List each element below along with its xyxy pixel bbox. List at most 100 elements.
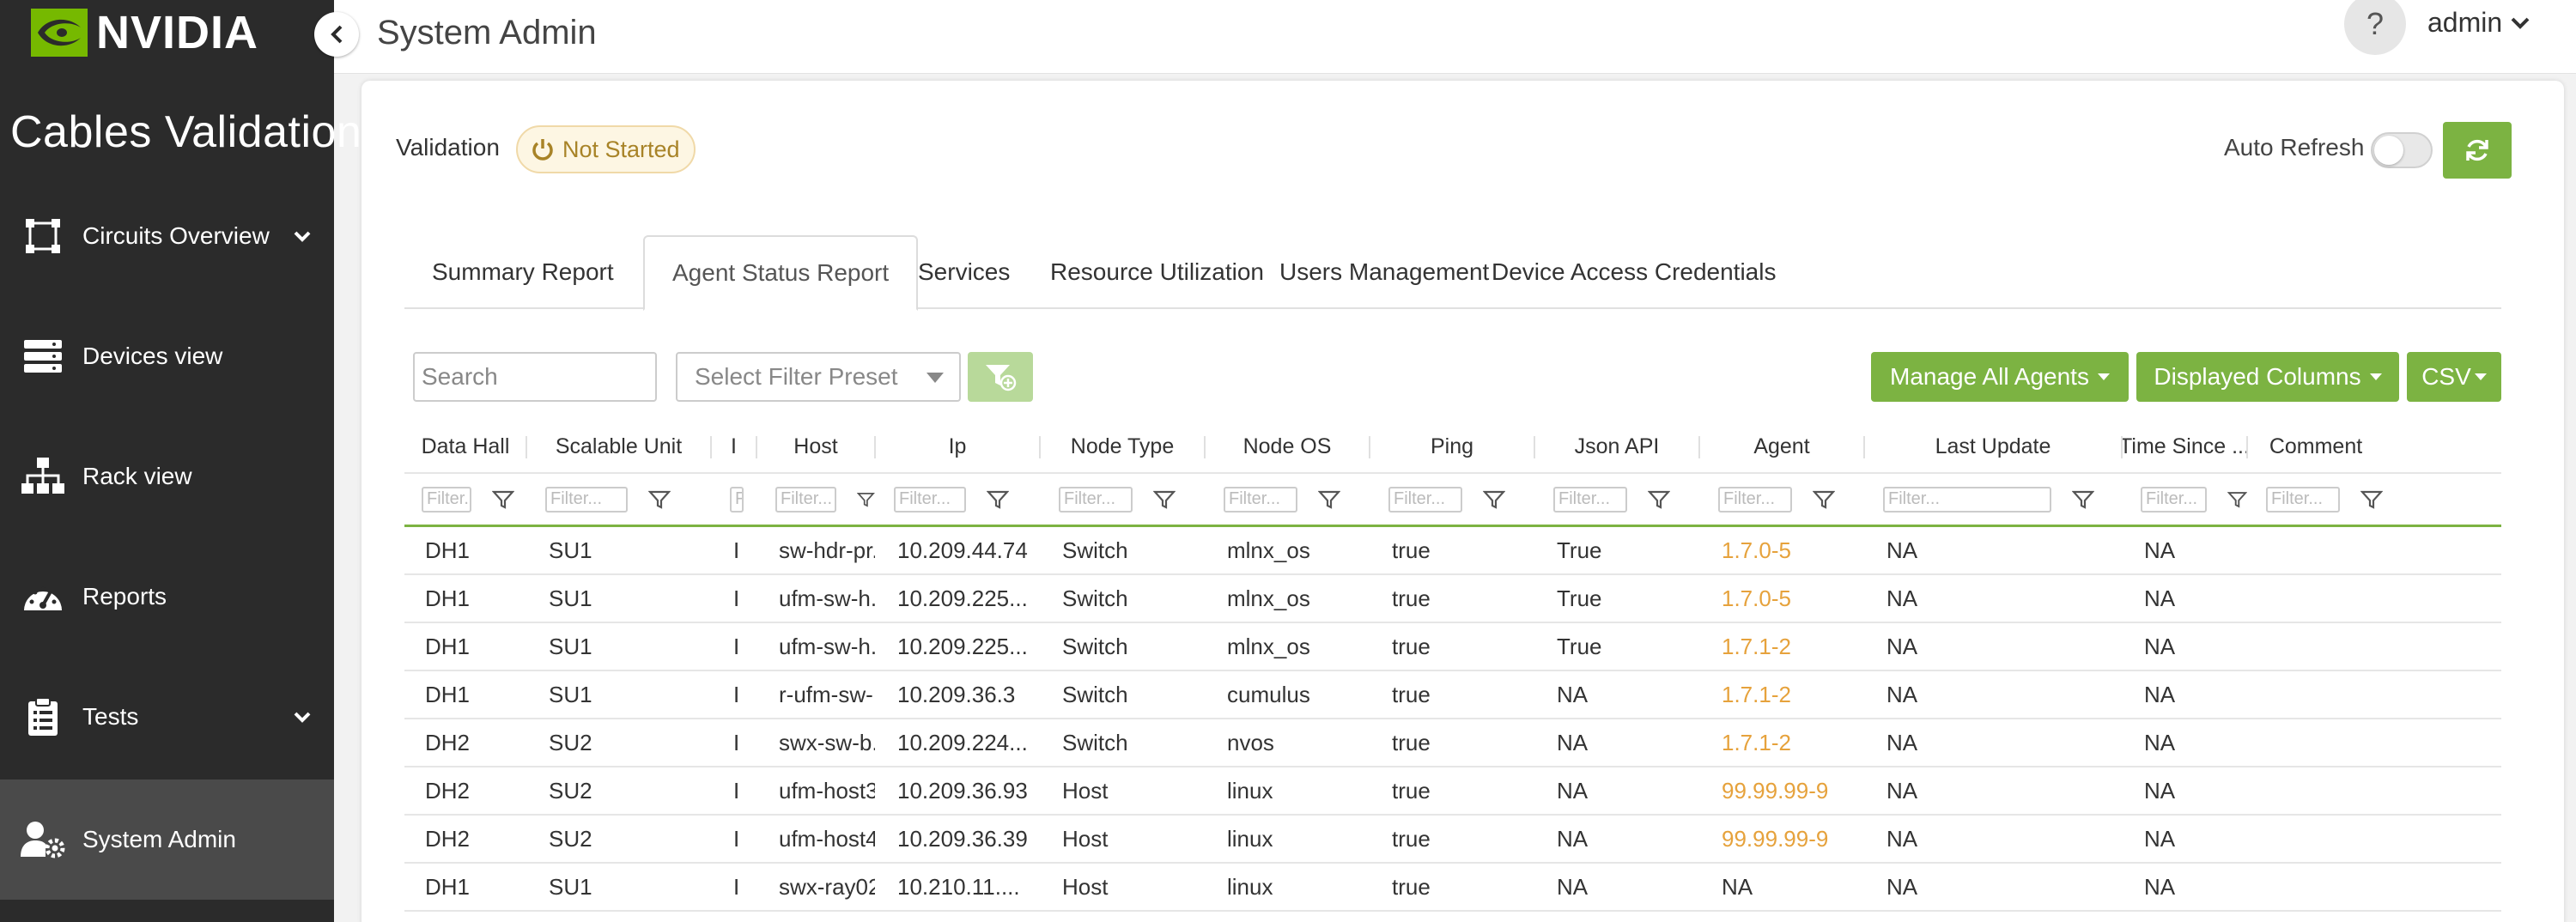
cell-data-hall: DH1 [425, 873, 471, 900]
cell-node-os: mlnx_os [1227, 537, 1310, 563]
sidebar-item-tests[interactable]: Tests [0, 657, 334, 777]
column-separator[interactable] [1863, 436, 1865, 458]
refresh-button[interactable] [2443, 122, 2512, 179]
column-separator[interactable] [874, 436, 876, 458]
help-button[interactable]: ? [2344, 0, 2406, 55]
filter-cell: Filter... [875, 474, 1040, 525]
column-filter-input[interactable]: Filter... [1718, 486, 1792, 513]
column-header-ip[interactable]: Ip [875, 421, 1040, 472]
app-title: Cables Validation [10, 107, 362, 157]
filter-cell: Filter... [756, 474, 875, 525]
column-header-i[interactable]: I [711, 421, 756, 472]
chevron-down-icon [292, 707, 313, 727]
filter-funnel-icon[interactable] [857, 489, 875, 510]
column-header-node-os[interactable]: Node OS [1205, 421, 1370, 472]
filter-funnel-icon[interactable] [648, 489, 671, 510]
cell-scalable-unit: SU1 [549, 681, 592, 707]
column-header-comment[interactable]: Comment [2247, 421, 2385, 472]
column-filter-input[interactable]: Filter... [730, 486, 744, 513]
table-row[interactable]: DH2 SU2 Iswx-sw-b... 10.209.224... Switch nvo… [404, 719, 2501, 767]
caret-down-icon [2097, 373, 2110, 380]
table-row[interactable]: DH1 SU1 Iufm-sw-h... 10.209.225... Switch mln… [404, 575, 2501, 623]
column-filter-input[interactable]: Filter... [1388, 486, 1462, 513]
column-header-data-hall[interactable]: Data Hall [404, 421, 526, 472]
manage-all-agents-button[interactable]: Manage All Agents [1871, 352, 2129, 402]
cell-comment [2247, 719, 2385, 766]
filter-preset-select[interactable]: Select Filter Preset [676, 352, 961, 402]
column-separator[interactable] [2246, 436, 2248, 458]
username: admin [2427, 7, 2503, 38]
column-separator[interactable] [1698, 436, 1700, 458]
column-filter-input[interactable]: Filter... [422, 486, 471, 513]
column-separator[interactable] [756, 436, 757, 458]
cell-time-since: NA [2144, 681, 2176, 707]
filter-funnel-icon[interactable] [1153, 489, 1176, 510]
column-filter-input[interactable]: Filter... [1059, 486, 1133, 513]
filter-funnel-icon[interactable] [1483, 489, 1505, 510]
sidebar-item-reports[interactable]: Reports [0, 537, 334, 657]
column-filter-input[interactable]: Filter... [1224, 486, 1297, 513]
column-filter-input[interactable]: Filter... [1883, 486, 2051, 513]
filter-funnel-icon[interactable] [1318, 489, 1340, 510]
column-filter-input[interactable]: Filter... [545, 486, 628, 513]
filter-funnel-icon[interactable] [2227, 489, 2247, 510]
filter-funnel-icon[interactable] [2072, 489, 2094, 510]
cell-ping: true [1392, 729, 1431, 755]
tab-device-access-credentials[interactable]: Device Access Credentials [1464, 235, 1803, 309]
cell-data-hall: DH2 [425, 729, 471, 755]
filter-funnel-icon[interactable] [1813, 489, 1835, 510]
column-separator[interactable] [526, 436, 527, 458]
cell-i: I [733, 873, 740, 900]
sidebar-item-rack-view[interactable]: Rack view [0, 416, 334, 537]
table-row[interactable]: DH2 SU2 Iufm-host4... 10.209.36.39 Host linux… [404, 816, 2501, 864]
column-header-last-update[interactable]: Last Update [1864, 421, 2122, 472]
validation-status-text: Not Started [562, 136, 680, 162]
cell-ip: 10.209.225... [897, 585, 1028, 611]
column-header-node-type[interactable]: Node Type [1040, 421, 1205, 472]
sidebar-item-devices-view[interactable]: Devices view [0, 296, 334, 416]
filter-funnel-icon[interactable] [987, 489, 1009, 510]
column-filter-input[interactable]: Filter... [2141, 486, 2207, 513]
search-input[interactable] [413, 352, 657, 402]
column-separator[interactable] [710, 436, 712, 458]
column-header-ping[interactable]: Ping [1370, 421, 1534, 472]
column-filter-input[interactable]: Filter... [775, 486, 837, 513]
tab-agent-status-report[interactable]: Agent Status Report [643, 235, 919, 311]
column-filter-input[interactable]: Filter... [894, 486, 966, 513]
column-header-time-since[interactable]: Time Since ... [2122, 421, 2247, 472]
column-header-agent[interactable]: Agent [1699, 421, 1864, 472]
filter-funnel-icon[interactable] [2360, 489, 2383, 510]
csv-export-button[interactable]: CSV [2407, 352, 2501, 402]
filter-funnel-icon[interactable] [1648, 489, 1670, 510]
table-row[interactable]: DH2 SU2 Iufm-host3... 10.209.36.93 Host linux… [404, 767, 2501, 816]
displayed-columns-button[interactable]: Displayed Columns [2136, 352, 2399, 402]
tab-summary-report[interactable]: Summary Report [404, 235, 641, 309]
table-row[interactable]: DH1 SU1 Isw-hdr-pr... 10.209.44.74 Switch mln… [404, 527, 2501, 575]
column-separator[interactable] [1534, 436, 1535, 458]
filter-funnel-icon[interactable] [492, 489, 514, 510]
sidebar-item-system-admin[interactable]: System Admin [0, 779, 334, 900]
table-header-row: Data Hall Scalable Unit I Host Ip Node Type No… [404, 421, 2501, 474]
sidebar-item-circuits-overview[interactable]: Circuits Overview [0, 176, 334, 296]
collapse-sidebar-button[interactable] [314, 12, 359, 57]
nvidia-logo[interactable]: NVIDIA [31, 5, 258, 60]
column-header-json-api[interactable]: Json API [1534, 421, 1699, 472]
table-row[interactable]: DH1 SU1 Iufm-sw-h... 10.209.225... Switch mln… [404, 623, 2501, 671]
column-header-host[interactable]: Host [756, 421, 875, 472]
user-menu[interactable]: admin [2427, 7, 2530, 39]
table-row[interactable]: DH1 SU1 Ir-ufm-sw-... 10.209.36.3 Switch cumu… [404, 671, 2501, 719]
column-separator[interactable] [1204, 436, 1206, 458]
save-filter-preset-button[interactable] [968, 352, 1033, 402]
column-header-scalable-unit[interactable]: Scalable Unit [526, 421, 711, 472]
column-separator[interactable] [1039, 436, 1041, 458]
cell-ping: true [1392, 537, 1431, 563]
column-separator[interactable] [1369, 436, 1370, 458]
cell-json-api: NA [1557, 777, 1589, 804]
cell-last-update: NA [1886, 537, 1918, 563]
column-filter-input[interactable]: Filter... [2266, 486, 2340, 513]
tab-services[interactable]: Services [890, 235, 1037, 309]
table-row[interactable]: DH1 SU1 Iswx-ray02... 10.210.11.... Host linu… [404, 864, 2501, 912]
column-filter-input[interactable]: Filter... [1553, 486, 1627, 513]
auto-refresh-toggle[interactable] [2371, 132, 2433, 168]
column-separator[interactable] [2121, 436, 2123, 458]
